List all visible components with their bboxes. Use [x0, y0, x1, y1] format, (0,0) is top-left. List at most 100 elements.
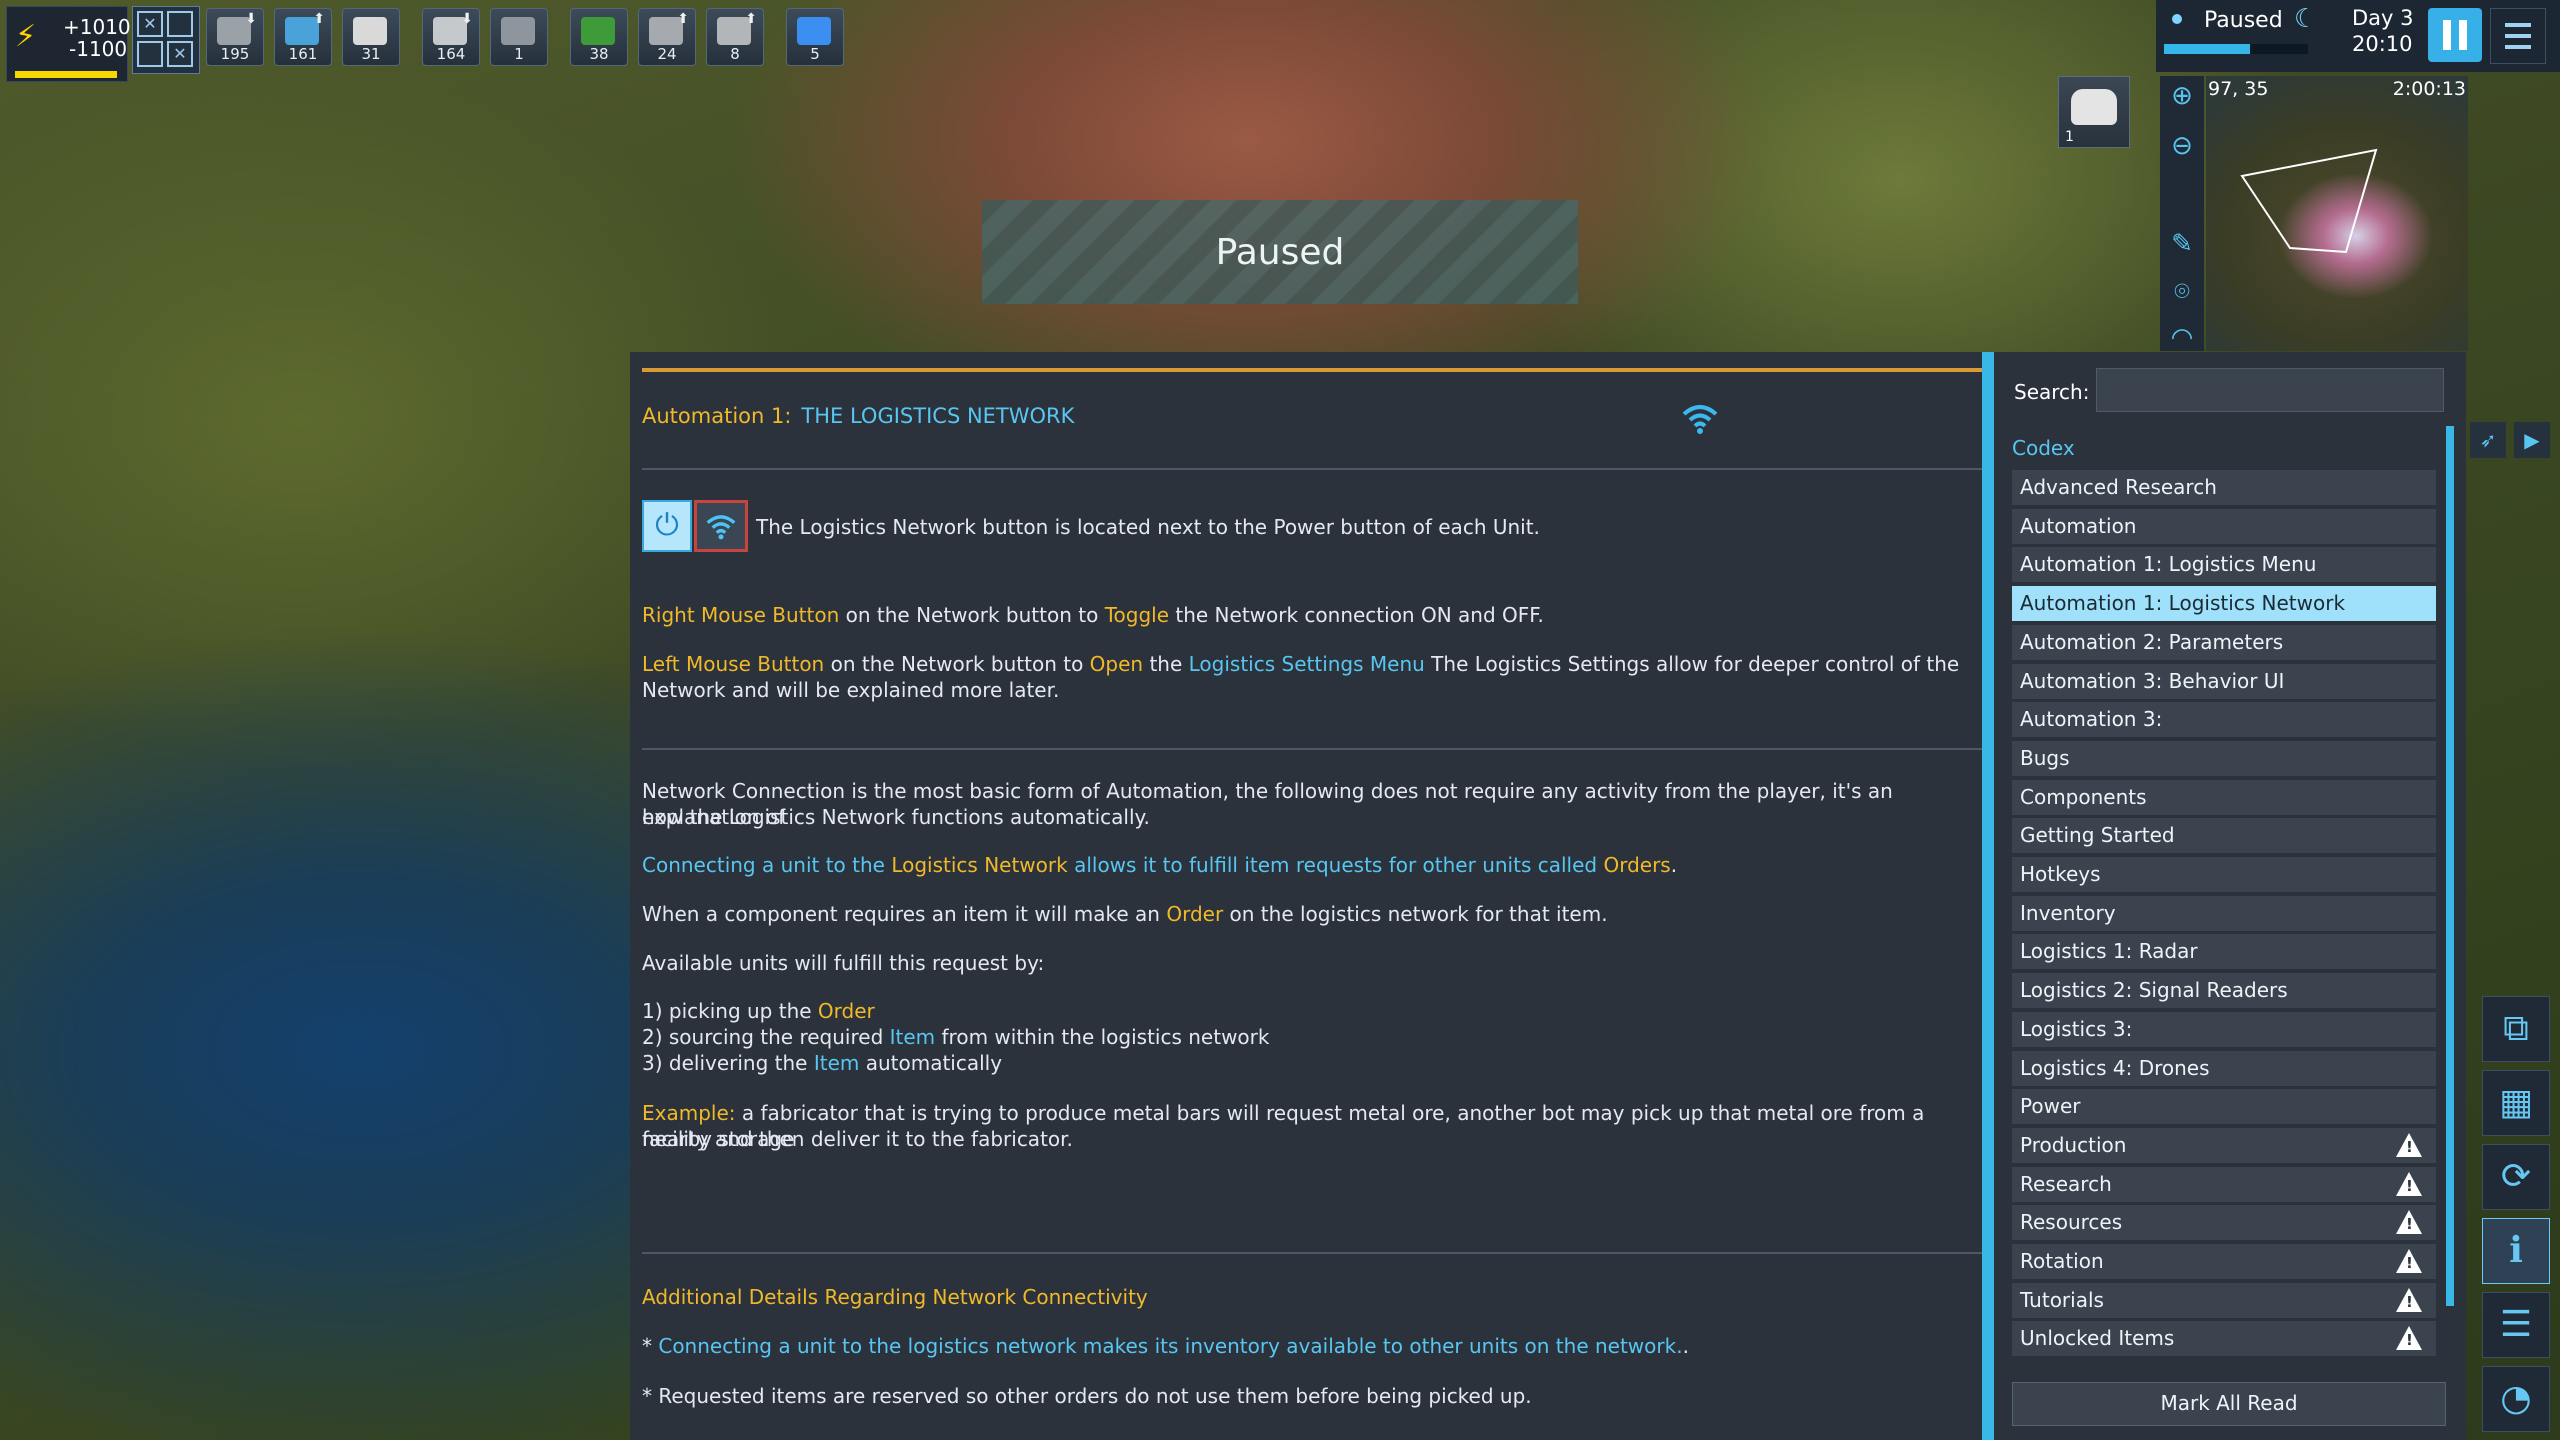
codex-item[interactable]: Components — [2012, 779, 2436, 815]
codex-item[interactable]: Logistics 4: Drones — [2012, 1050, 2436, 1086]
codex-item[interactable]: Automation 3: — [2012, 702, 2436, 738]
mark-all-read-button[interactable]: Mark All Read — [2012, 1382, 2446, 1426]
codex-item[interactable]: Logistics 3: — [2012, 1011, 2436, 1047]
codex-item[interactable]: Research — [2012, 1166, 2436, 1202]
grid-menu-button[interactable]: ✕ ✕ — [132, 6, 200, 74]
status-dot-icon — [2172, 14, 2182, 24]
keyword: Toggle — [1104, 603, 1170, 627]
warning-icon — [2396, 1171, 2422, 1196]
camera-icon[interactable]: ▶ — [2514, 422, 2550, 458]
detail-text: * Requested items are reserved so other … — [642, 1384, 1532, 1408]
cursor-icon[interactable]: ➶ — [2470, 422, 2506, 458]
hotbar-slot[interactable]: ⬆ 24 — [638, 8, 696, 66]
codex-item[interactable]: Advanced Research — [2012, 470, 2436, 505]
circuit-icon — [581, 17, 615, 45]
text-fragment: on the Network button to — [824, 652, 1090, 676]
codex-item-label: Automation 2: Parameters — [2020, 629, 2284, 654]
codex-item-label: Logistics 3: — [2020, 1016, 2133, 1041]
minimap[interactable]: 97, 35 2:00:13 — [2206, 76, 2468, 351]
research-icon[interactable]: ⟳ — [2482, 1144, 2550, 1210]
list-icon[interactable]: ☰ — [2482, 1292, 2550, 1358]
codex-item-label: Logistics 1: Radar — [2020, 939, 2198, 964]
heading-prefix: Automation 1: — [642, 404, 792, 428]
pie-chart-icon[interactable]: ◔ — [2482, 1366, 2550, 1432]
codex-item[interactable]: Unlocked Items — [2012, 1321, 2436, 1357]
codex-item[interactable]: Getting Started — [2012, 818, 2436, 854]
wifi-icon — [1678, 400, 1722, 440]
slot-count: 164 — [436, 45, 466, 63]
scrollbar[interactable] — [2446, 426, 2454, 1306]
zoom-out-icon[interactable]: ⊖ — [2164, 128, 2200, 164]
list-step: 1) picking up the Order — [642, 998, 875, 1024]
detail-text: * Connecting a unit to the logistics net… — [642, 1333, 1689, 1359]
codex-item[interactable]: Automation 1: Logistics Menu — [2012, 547, 2436, 583]
codex-item[interactable]: Hotkeys — [2012, 857, 2436, 892]
game-status-bar: Paused ☾ Day 3 20:10 — [2156, 0, 2560, 72]
keyword: Logistics Settings Menu — [1188, 652, 1425, 676]
slot-count: 5 — [810, 45, 820, 63]
hotbar-slot[interactable]: ⬇ 195 — [206, 8, 264, 66]
build-grid-icon[interactable]: ▦ — [2482, 1070, 2550, 1136]
square-icon — [167, 11, 193, 37]
heading-title: THE LOGISTICS NETWORK — [801, 404, 1075, 428]
map-pin-icon[interactable]: ⌾ — [2164, 274, 2200, 310]
power-usage: -1100 — [69, 37, 128, 61]
text-fragment: the — [1143, 652, 1189, 676]
hotbar-slot[interactable]: 1 — [490, 8, 548, 66]
codex-item-label: Logistics 4: Drones — [2020, 1055, 2210, 1080]
time-label: 20:10 — [2352, 32, 2413, 56]
lmb-text: Left Mouse Button on the Network button … — [642, 651, 1959, 677]
codex-item[interactable]: Inventory — [2012, 895, 2436, 931]
hotbar-slot[interactable]: ⬆ 161 — [274, 8, 332, 66]
warning-icon — [2396, 1249, 2422, 1273]
example-text-cont: facility and then deliver it to the fabr… — [642, 1127, 1073, 1151]
codex-panel: Automation 1: THE LOGISTICS NETWORK ⏻ The… — [630, 352, 2466, 1440]
main-menu-button[interactable] — [2490, 8, 2546, 64]
codex-info-icon[interactable]: ℹ — [2482, 1218, 2550, 1284]
close-icon: ✕ — [167, 41, 193, 67]
codex-item[interactable]: Rotation — [2012, 1244, 2436, 1279]
plate-icon — [501, 17, 535, 45]
codex-item[interactable]: Production — [2012, 1127, 2436, 1163]
codex-item-label: Automation 1: Logistics Network — [2020, 591, 2346, 616]
pencil-icon[interactable]: ✎ — [2164, 226, 2200, 262]
codex-item[interactable]: Automation — [2012, 508, 2436, 544]
hamburger-icon — [2505, 23, 2531, 27]
text-fragment: Connecting a unit to the logistics netwo… — [658, 1334, 1683, 1358]
arrow-up-icon: ⬆ — [745, 11, 757, 27]
minimap-clock: 2:00:13 — [2392, 78, 2466, 100]
codex-item[interactable]: Logistics 2: Signal Readers — [2012, 973, 2436, 1009]
lmb-text-cont: Network and will be explained more later… — [642, 678, 1060, 702]
zoom-in-icon[interactable]: ⊕ — [2164, 78, 2200, 114]
signal-icon[interactable]: ◠ — [2164, 320, 2200, 356]
codex-item[interactable]: Automation 3: Behavior UI — [2012, 663, 2436, 699]
keyword: Left Mouse Button — [642, 652, 825, 676]
hotbar-slot[interactable]: 38 — [570, 8, 628, 66]
text-fragment: the Network connection ON and OFF. — [1169, 603, 1544, 627]
paragraph: When a component requires an item it wil… — [642, 901, 1608, 927]
codex-item[interactable]: Tutorials — [2012, 1282, 2436, 1318]
hamburger-icon — [2505, 34, 2531, 38]
warning-icon — [2396, 1287, 2422, 1312]
codex-item-label: Automation 3: Behavior UI — [2020, 668, 2285, 693]
logistics-icon[interactable]: ⧉ — [2482, 996, 2550, 1062]
codex-item[interactable]: Automation 1: Logistics Network — [2012, 586, 2436, 622]
codex-item[interactable]: Power — [2012, 1089, 2436, 1125]
hotbar-slot[interactable]: ⬆ 8 — [706, 8, 764, 66]
pause-button[interactable] — [2428, 8, 2482, 62]
codex-item[interactable]: Automation 2: Parameters — [2012, 624, 2436, 660]
selected-unit-thumbnail[interactable]: 1 — [2058, 76, 2130, 148]
keyword: Item — [813, 1051, 860, 1075]
day-label: Day 3 — [2352, 6, 2414, 30]
divider — [642, 1252, 1982, 1254]
codex-item[interactable]: Logistics 1: Radar — [2012, 934, 2436, 970]
hotbar-slot[interactable]: 31 — [342, 8, 400, 66]
divider — [642, 748, 1982, 750]
slot-count: 1 — [514, 45, 524, 63]
search-input[interactable] — [2096, 368, 2444, 412]
slot-count: 161 — [288, 45, 318, 63]
hotbar-slot[interactable]: 5 — [786, 8, 844, 66]
codex-item[interactable]: Bugs — [2012, 740, 2436, 776]
codex-item[interactable]: Resources — [2012, 1205, 2436, 1241]
hotbar-slot[interactable]: ⬇ 164 — [422, 8, 480, 66]
